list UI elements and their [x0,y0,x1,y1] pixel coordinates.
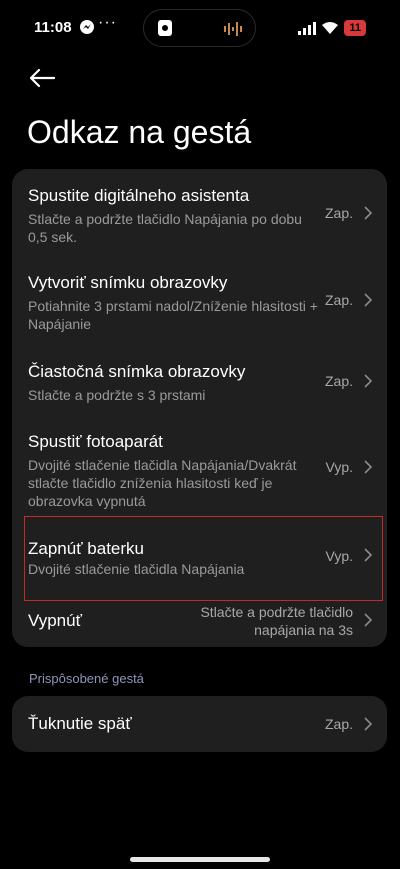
row-value: Zap. [324,205,353,221]
row-value: Zap. [324,373,353,389]
arrow-left-icon [29,68,55,88]
section-label-custom: Prispôsobené gestá [29,671,144,686]
speaker-icon [158,20,172,36]
chevron-right-icon [364,717,373,731]
row-title: Ťuknutie späť [28,714,132,733]
more-notifications-icon: ··· [98,14,117,31]
row-subtitle: Potiahnite 3 prstami nadol/Zníženie hlas… [28,298,318,332]
selection-highlight [24,516,383,601]
custom-gestures-card: Ťuknutie späť Zap. [12,696,387,752]
row-subtitle: Stlačte a podržte tlačidlo Napájania po … [28,211,302,245]
row-value: Zap. [324,716,353,732]
chevron-right-icon [364,613,373,627]
signal-icon [298,21,317,35]
dynamic-island[interactable] [143,9,256,47]
chevron-right-icon [364,374,373,388]
status-bar: 11:08 ··· 11 [0,0,400,56]
waveform-icon [224,22,242,36]
status-time: 11:08 [34,19,72,36]
row-subtitle: Stlačte a podržte s 3 prstami [28,387,206,403]
row-title: Vytvoriť snímku obrazovky [28,273,228,292]
wifi-icon [322,22,339,34]
status-icons: 11 [298,19,366,37]
row-subtitle: Dvojité stlačenie tlačidla Napájania/Dva… [28,457,297,509]
row-title: Spustite digitálneho asistenta [28,186,250,205]
row-title: Vypnúť [28,611,82,630]
gesture-row-camera[interactable]: Spustiť fotoaparát Dvojité stlačenie tla… [12,415,387,513]
gesture-row-assistant[interactable]: Spustite digitálneho asistenta Stlačte a… [12,169,387,256]
gesture-row-screenshot[interactable]: Vytvoriť snímku obrazovky Potiahnite 3 p… [12,256,387,343]
chevron-right-icon [364,206,373,220]
row-value: Zap. [324,292,353,308]
row-value: Stlačte a podržte tlačidlo napájania na … [200,604,353,638]
row-value: Vyp. [325,459,354,475]
gesture-row-back-tap[interactable]: Ťuknutie späť Zap. [12,696,387,752]
battery-icon: 11 [344,20,366,36]
gesture-row-power-off[interactable]: Vypnúť Stlačte a podržte tlačidlo napája… [12,601,387,647]
row-title: Spustiť fotoaparát [28,432,163,451]
chevron-right-icon [364,293,373,307]
back-button[interactable] [26,62,58,94]
row-title: Čiastočná snímka obrazovky [28,362,246,381]
chevron-right-icon [364,460,373,474]
page-title: Odkaz na gestá [27,114,252,150]
gesture-row-partial-screenshot[interactable]: Čiastočná snímka obrazovky Stlačte a pod… [12,343,387,415]
messenger-icon [80,20,94,34]
home-indicator[interactable] [130,857,270,862]
